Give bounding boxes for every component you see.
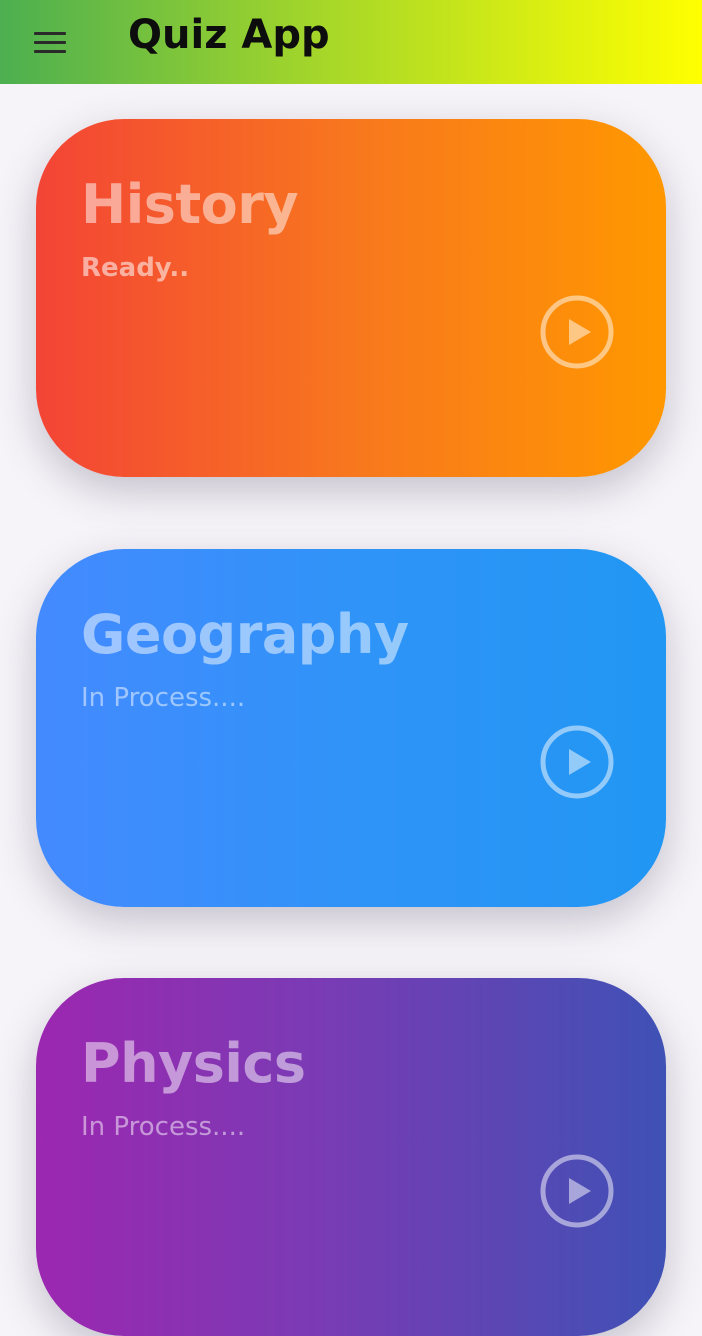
app-bar: Quiz App [0, 0, 702, 84]
quiz-card-geography[interactable]: Geography In Process.... [36, 549, 666, 907]
menu-icon-bar [34, 40, 66, 44]
card-title: Geography [81, 603, 409, 666]
card-status: In Process.... [81, 1112, 246, 1142]
menu-icon[interactable] [26, 18, 74, 66]
play-circle-icon[interactable] [540, 725, 614, 799]
app-title: Quiz App [128, 12, 330, 58]
play-circle-icon[interactable] [540, 1154, 614, 1228]
card-title: History [81, 173, 299, 236]
quiz-card-history[interactable]: History Ready.. [36, 119, 666, 477]
card-title: Physics [81, 1032, 306, 1095]
menu-icon-bar [34, 31, 66, 35]
menu-icon-bar [34, 49, 66, 53]
play-circle-icon[interactable] [540, 295, 614, 369]
card-status: Ready.. [81, 253, 190, 283]
quiz-card-physics[interactable]: Physics In Process.... [36, 978, 666, 1336]
card-status: In Process.... [81, 683, 246, 713]
